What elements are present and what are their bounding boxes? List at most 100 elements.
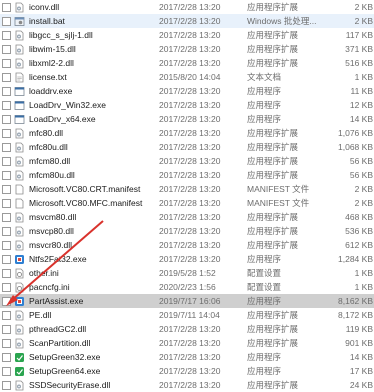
row-checkbox[interactable] <box>2 114 11 124</box>
row-checkbox[interactable] <box>2 184 11 194</box>
file-type: 应用程序扩展 <box>247 338 299 348</box>
file-size: 56 KB <box>349 170 373 180</box>
app-icon <box>14 296 25 307</box>
file-type: 应用程序扩展 <box>247 128 299 138</box>
file-row[interactable]: SSDSecurityErase.dll 2017/2/28 13:20 应用程序扩… <box>0 378 374 392</box>
file-name: pacncfg.ini <box>29 282 70 292</box>
file-size: 11 KB <box>350 86 373 96</box>
file-row[interactable]: Microsoft.VC80.CRT.manifest 2017/2/28 13:… <box>0 182 374 196</box>
row-checkbox[interactable] <box>2 128 11 138</box>
dll-icon <box>14 156 25 167</box>
file-row[interactable]: pacncfg.ini 2020/2/23 1:56 配置设置 1 KB <box>0 280 374 294</box>
file-row[interactable]: mfcm80u.dll 2017/2/28 13:20 应用程序扩展 56 KB <box>0 168 374 182</box>
row-checkbox[interactable] <box>2 86 11 96</box>
row-checkbox[interactable] <box>2 170 11 180</box>
row-checkbox[interactable] <box>2 16 11 26</box>
file-row[interactable]: pthreadGC2.dll 2017/2/28 13:20 应用程序扩展 119 K… <box>0 322 374 336</box>
row-checkbox[interactable] <box>2 156 11 166</box>
file-row[interactable]: libwim-15.dll 2017/2/28 13:20 应用程序扩展 371 KB <box>0 42 374 56</box>
app-icon <box>14 254 25 265</box>
row-checkbox[interactable] <box>2 282 11 292</box>
file-size: 468 KB <box>345 212 373 222</box>
file-type: 应用程序 <box>247 366 282 376</box>
file-row[interactable]: install.bat 2017/2/28 13:20 Windows 批处理...… <box>0 14 374 28</box>
row-checkbox[interactable] <box>2 352 11 362</box>
file-row[interactable]: SetupGreen64.exe 2017/2/28 13:20 应用程序 17 KB <box>0 364 374 378</box>
file-row[interactable]: other.ini 2019/5/28 1:52 配置设置 1 KB <box>0 266 374 280</box>
row-checkbox[interactable] <box>2 198 11 208</box>
dll-icon <box>14 310 25 321</box>
file-row[interactable]: loaddrv.exe 2017/2/28 13:20 应用程序 11 KB <box>0 84 374 98</box>
file-name: msvcr80.dll <box>29 240 72 250</box>
file-date: 2017/2/28 13:20 <box>159 128 221 138</box>
file-row[interactable]: iconv.dll 2017/2/28 13:20 应用程序扩展 2 KB <box>0 0 374 14</box>
file-type: 应用程序扩展 <box>247 58 299 68</box>
file-row[interactable]: ScanPartition.dll 2017/2/28 13:20 应用程序扩展 90… <box>0 336 374 350</box>
row-checkbox[interactable] <box>2 324 11 334</box>
file-date: 2019/5/28 1:52 <box>159 268 216 278</box>
file-row[interactable]: license.txt 2015/8/20 14:04 文本文档 1 KB <box>0 70 374 84</box>
file-name: mfcm80u.dll <box>29 170 75 180</box>
file-row[interactable]: msvcp80.dll 2017/2/28 13:20 应用程序扩展 536 KB <box>0 224 374 238</box>
file-name: SSDSecurityErase.dll <box>29 380 111 390</box>
file-row[interactable]: libgcc_s_sjlj-1.dll 2017/2/28 13:20 应用程序扩展… <box>0 28 374 42</box>
file-row[interactable]: PE.dll 2019/7/11 14:04 应用程序扩展 8,172 KB <box>0 308 374 322</box>
file-name: install.bat <box>29 16 65 26</box>
dll-icon <box>14 128 25 139</box>
row-checkbox[interactable] <box>2 226 11 236</box>
file-date: 2017/2/28 13:20 <box>159 58 221 68</box>
file-row[interactable]: mfcm80.dll 2017/2/28 13:20 应用程序扩展 56 KB <box>0 154 374 168</box>
file-row[interactable]: msvcm80.dll 2017/2/28 13:20 应用程序扩展 468 KB <box>0 210 374 224</box>
file-row[interactable]: PartAssist.exe 2019/7/17 16:06 应用程序 8,162 K… <box>0 294 374 308</box>
row-checkbox[interactable] <box>2 72 11 82</box>
file-row[interactable]: Microsoft.VC80.MFC.manifest 2017/2/28 13:… <box>0 196 374 210</box>
file-size: 1 KB <box>354 72 373 82</box>
file-row[interactable]: mfc80.dll 2017/2/28 13:20 应用程序扩展 1,076 KB <box>0 126 374 140</box>
row-checkbox[interactable] <box>2 296 11 306</box>
file-size: 2 KB <box>354 184 373 194</box>
row-checkbox[interactable] <box>2 240 11 250</box>
file-name: libxml2-2.dll <box>29 58 74 68</box>
row-checkbox[interactable] <box>2 212 11 222</box>
file-name: libwim-15.dll <box>29 44 76 54</box>
file-name: mfcm80.dll <box>29 156 71 166</box>
file-row[interactable]: msvcr80.dll 2017/2/28 13:20 应用程序扩展 612 KB <box>0 238 374 252</box>
file-row[interactable]: mfc80u.dll 2017/2/28 13:20 应用程序扩展 1,068 KB <box>0 140 374 154</box>
exe-icon <box>14 86 25 97</box>
row-checkbox[interactable] <box>2 2 11 12</box>
file-size: 8,162 KB <box>338 296 373 306</box>
file-row[interactable]: LoadDrv_x64.exe 2017/2/28 13:20 应用程序 14 KB <box>0 112 374 126</box>
file-row[interactable]: Ntfs2Fat32.exe 2017/2/28 13:20 应用程序 1,284 K… <box>0 252 374 266</box>
row-checkbox[interactable] <box>2 310 11 320</box>
row-checkbox[interactable] <box>2 100 11 110</box>
row-checkbox[interactable] <box>2 366 11 376</box>
row-checkbox[interactable] <box>2 380 11 390</box>
row-checkbox[interactable] <box>2 58 11 68</box>
row-checkbox[interactable] <box>2 268 11 278</box>
file-icon <box>14 184 25 195</box>
file-row[interactable]: SetupGreen32.exe 2017/2/28 13:20 应用程序 14 KB <box>0 350 374 364</box>
file-name: SetupGreen64.exe <box>29 366 101 376</box>
file-type: 应用程序扩展 <box>247 44 299 54</box>
row-checkbox[interactable] <box>2 44 11 54</box>
row-checkbox[interactable] <box>2 338 11 348</box>
ini-icon <box>14 268 25 279</box>
file-type: 应用程序扩展 <box>247 142 299 152</box>
file-type: 应用程序扩展 <box>247 170 299 180</box>
row-checkbox[interactable] <box>2 30 11 40</box>
file-date: 2017/2/28 13:20 <box>159 100 221 110</box>
file-size: 1,284 KB <box>338 254 373 264</box>
file-row[interactable]: LoadDrv_Win32.exe 2017/2/28 13:20 应用程序 12 K… <box>0 98 374 112</box>
file-date: 2017/2/28 13:20 <box>159 2 221 12</box>
dll-icon <box>14 142 25 153</box>
file-size: 1,076 KB <box>338 128 373 138</box>
file-name: LoadDrv_Win32.exe <box>29 100 107 110</box>
file-name: Microsoft.VC80.CRT.manifest <box>29 184 141 194</box>
file-date: 2017/2/28 13:20 <box>159 156 221 166</box>
row-checkbox[interactable] <box>2 254 11 264</box>
file-type: 应用程序扩展 <box>247 156 299 166</box>
file-date: 2017/2/28 13:20 <box>159 170 221 180</box>
row-checkbox[interactable] <box>2 142 11 152</box>
file-row[interactable]: libxml2-2.dll 2017/2/28 13:20 应用程序扩展 516 KB <box>0 56 374 70</box>
file-name: other.ini <box>29 268 59 278</box>
